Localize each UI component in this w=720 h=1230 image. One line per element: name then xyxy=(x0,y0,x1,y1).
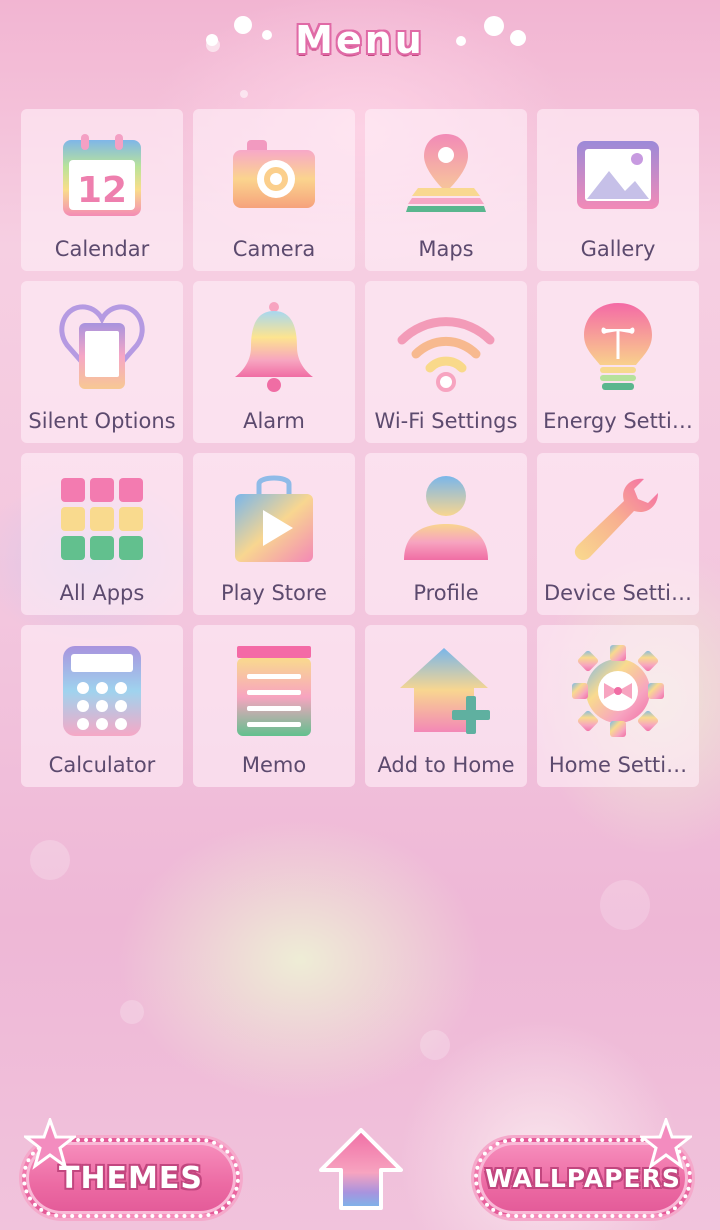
app-label: Camera xyxy=(232,237,316,261)
app-tile-profile[interactable]: Profile xyxy=(365,453,527,615)
app-label: All Apps xyxy=(59,581,145,605)
app-tile-home-settings[interactable]: Home Setti… xyxy=(537,625,699,787)
decor-dot xyxy=(234,16,252,34)
bokeh-dot xyxy=(420,1030,450,1060)
lightbulb-icon xyxy=(568,297,668,397)
app-label: Add to Home xyxy=(377,753,515,777)
app-tile-energy-settings[interactable]: Energy Setti… xyxy=(537,281,699,443)
app-tile-gallery[interactable]: Gallery xyxy=(537,109,699,271)
app-grid: 12 Calendar Camera Maps Gallery Silent O… xyxy=(21,109,699,787)
app-tile-alarm[interactable]: Alarm xyxy=(193,281,355,443)
app-label: Calculator xyxy=(48,753,156,777)
app-tile-all-apps[interactable]: All Apps xyxy=(21,453,183,615)
app-label: Silent Options xyxy=(28,409,176,433)
app-label: Calendar xyxy=(54,237,150,261)
bell-icon xyxy=(224,297,324,397)
wrench-icon xyxy=(568,469,668,569)
house-plus-icon xyxy=(396,641,496,741)
header: Menu xyxy=(0,0,720,80)
app-tile-camera[interactable]: Camera xyxy=(193,109,355,271)
app-grid-icon xyxy=(52,469,152,569)
app-tile-memo[interactable]: Memo xyxy=(193,625,355,787)
star-icon xyxy=(24,1118,76,1170)
app-label: Gallery xyxy=(580,237,656,261)
up-arrow-icon[interactable] xyxy=(319,1128,403,1210)
bokeh-dot xyxy=(120,1000,144,1024)
app-tile-calculator[interactable]: Calculator xyxy=(21,625,183,787)
app-label: Play Store xyxy=(221,581,327,605)
wifi-icon xyxy=(396,297,496,397)
decor-dot xyxy=(262,30,272,40)
app-tile-wifi-settings[interactable]: Wi-Fi Settings xyxy=(365,281,527,443)
calendar-day-number: 12 xyxy=(77,170,127,211)
app-label: Home Setti… xyxy=(548,753,688,777)
bokeh-dot xyxy=(240,90,248,98)
person-icon xyxy=(396,469,496,569)
decor-dot xyxy=(484,16,504,36)
themes-label: THEMES xyxy=(58,1160,204,1196)
app-label: Device Setti… xyxy=(543,581,693,605)
bokeh-dot xyxy=(600,880,650,930)
app-label: Memo xyxy=(241,753,307,777)
bokeh-dot xyxy=(30,840,70,880)
calculator-icon xyxy=(52,641,152,741)
app-tile-play-store[interactable]: Play Store xyxy=(193,453,355,615)
decor-dot xyxy=(510,30,526,46)
app-label: Profile xyxy=(413,581,479,605)
app-tile-maps[interactable]: Maps xyxy=(365,109,527,271)
bottom-bar: THEMES WALLPAPERS xyxy=(0,1110,720,1230)
app-label: Alarm xyxy=(243,409,305,433)
app-tile-silent-options[interactable]: Silent Options xyxy=(21,281,183,443)
map-pin-icon xyxy=(396,125,496,225)
shopping-bag-play-icon xyxy=(224,469,324,569)
gear-bow-icon xyxy=(568,641,668,741)
page-title: Menu xyxy=(295,18,425,62)
app-tile-device-settings[interactable]: Device Setti… xyxy=(537,453,699,615)
app-tile-calendar[interactable]: 12 Calendar xyxy=(21,109,183,271)
app-label: Energy Setti… xyxy=(543,409,693,433)
calendar-icon: 12 xyxy=(52,125,152,225)
gallery-icon xyxy=(568,125,668,225)
notepad-icon xyxy=(224,641,324,741)
app-tile-add-to-home[interactable]: Add to Home xyxy=(365,625,527,787)
heart-phone-icon xyxy=(52,297,152,397)
decor-dot xyxy=(456,36,466,46)
decor-dot xyxy=(206,34,218,46)
camera-icon xyxy=(224,125,324,225)
app-label: Wi-Fi Settings xyxy=(374,409,518,433)
app-label: Maps xyxy=(418,237,474,261)
star-icon xyxy=(640,1118,692,1170)
